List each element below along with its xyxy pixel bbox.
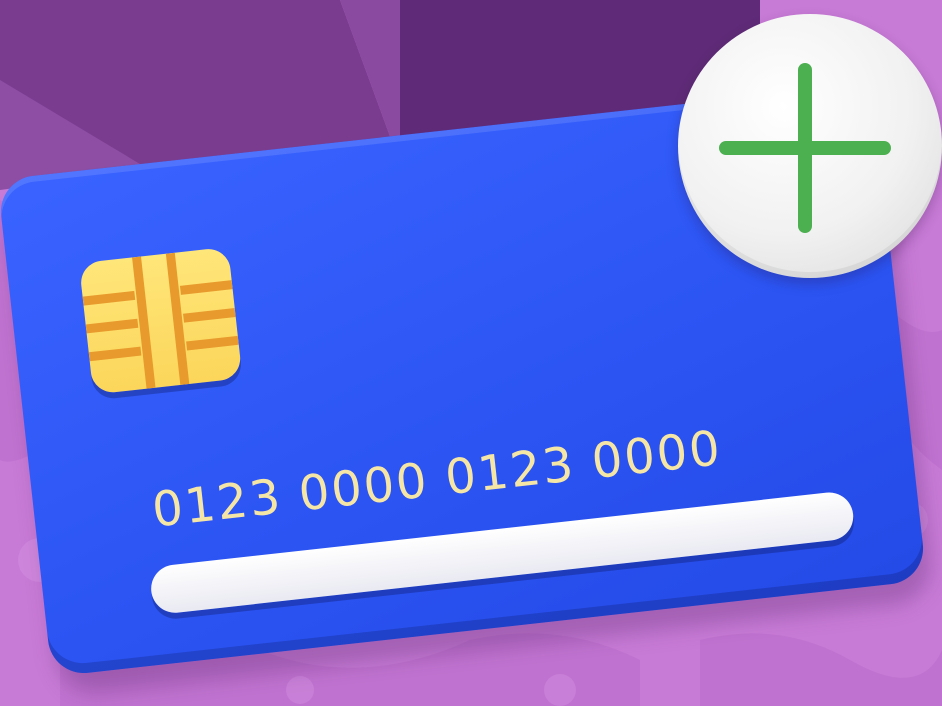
add-card-button[interactable] xyxy=(678,14,942,278)
card-chip-icon xyxy=(78,246,243,395)
plus-icon xyxy=(719,63,891,233)
illustration: 0123 0000 0123 0000 xyxy=(0,0,942,706)
